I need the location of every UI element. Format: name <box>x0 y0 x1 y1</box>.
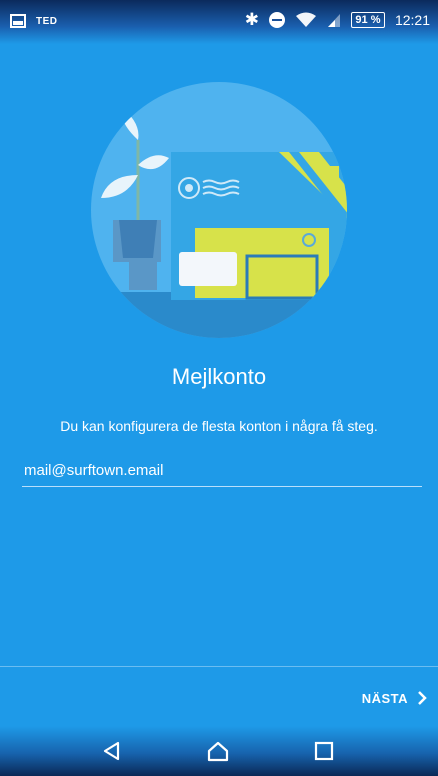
footer-divider <box>0 666 438 667</box>
page-subtitle: Du kan konfigurera de flesta konton i nå… <box>60 418 378 434</box>
chevron-right-icon <box>418 691 427 705</box>
next-button[interactable]: NÄSTA <box>362 684 430 712</box>
signal-icon <box>327 13 340 27</box>
status-right: ✱ 91 % 12:21 <box>245 11 430 28</box>
home-icon <box>207 741 229 762</box>
status-bar: TED ✱ 91 % 12:21 <box>0 0 438 44</box>
email-field[interactable] <box>22 455 422 487</box>
email-illustration <box>91 82 347 338</box>
page-title: Mejlkonto <box>171 364 267 389</box>
clock: 12:21 <box>394 11 430 28</box>
navigation-bar <box>0 726 438 776</box>
status-left: TED <box>10 14 58 28</box>
recents-icon <box>314 741 334 761</box>
image-notification-icon <box>10 14 26 28</box>
back-button[interactable] <box>92 736 132 766</box>
do-not-disturb-icon <box>268 11 285 28</box>
carrier-label: TED <box>36 15 58 27</box>
next-button-label: NÄSTA <box>361 690 408 706</box>
recents-button[interactable] <box>304 736 344 766</box>
home-button[interactable] <box>198 736 238 766</box>
back-icon <box>103 741 120 761</box>
bluetooth-icon: ✱ <box>244 10 259 29</box>
wifi-icon <box>295 12 316 27</box>
battery-indicator: 91 % <box>350 11 385 28</box>
